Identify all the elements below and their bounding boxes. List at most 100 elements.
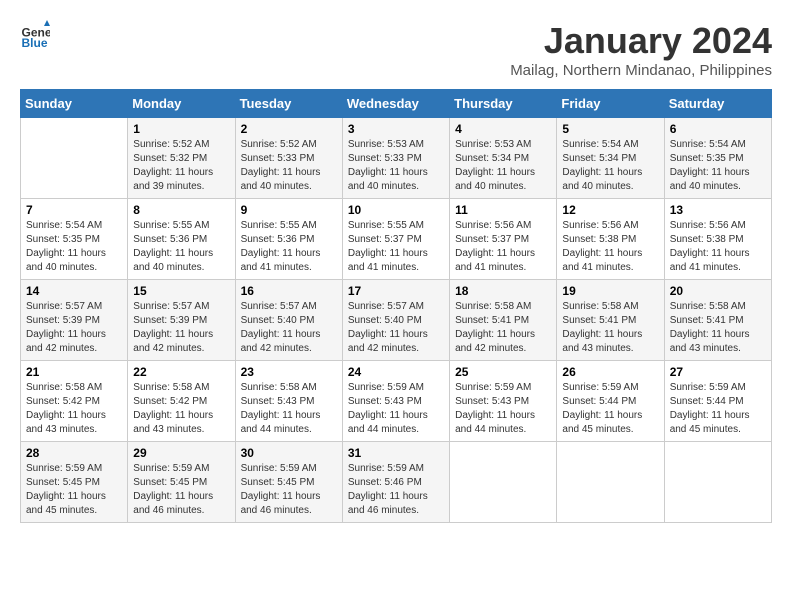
page-header: General Blue January 2024 Mailag, Northe… <box>20 20 772 79</box>
day-number: 26 <box>562 365 658 379</box>
day-number: 19 <box>562 284 658 298</box>
calendar-cell: 29 Sunrise: 5:59 AM Sunset: 5:45 PM Dayli… <box>128 442 235 523</box>
location: Mailag, Northern Mindanao, Philippines <box>510 62 772 79</box>
day-number: 13 <box>670 203 766 217</box>
header-cell-sunday: Sunday <box>21 90 128 118</box>
day-number: 17 <box>348 284 444 298</box>
calendar-week-1: 7 Sunrise: 5:54 AM Sunset: 5:35 PM Daylig… <box>21 199 772 280</box>
calendar-header-row: SundayMondayTuesdayWednesdayThursdayFrid… <box>21 90 772 118</box>
calendar-cell: 13 Sunrise: 5:56 AM Sunset: 5:38 PM Dayli… <box>664 199 771 280</box>
title-block: January 2024 Mailag, Northern Mindanao, … <box>510 20 772 79</box>
day-number: 31 <box>348 446 444 460</box>
calendar-week-4: 28 Sunrise: 5:59 AM Sunset: 5:45 PM Dayli… <box>21 442 772 523</box>
day-info: Sunrise: 5:59 AM Sunset: 5:43 PM Dayligh… <box>348 381 444 437</box>
day-info: Sunrise: 5:57 AM Sunset: 5:40 PM Dayligh… <box>241 300 337 356</box>
calendar-cell: 7 Sunrise: 5:54 AM Sunset: 5:35 PM Daylig… <box>21 199 128 280</box>
calendar-body: 1 Sunrise: 5:52 AM Sunset: 5:32 PM Daylig… <box>21 118 772 523</box>
calendar-cell: 28 Sunrise: 5:59 AM Sunset: 5:45 PM Dayli… <box>21 442 128 523</box>
day-number: 29 <box>133 446 229 460</box>
day-info: Sunrise: 5:57 AM Sunset: 5:39 PM Dayligh… <box>26 300 122 356</box>
calendar-week-2: 14 Sunrise: 5:57 AM Sunset: 5:39 PM Dayli… <box>21 280 772 361</box>
day-number: 30 <box>241 446 337 460</box>
svg-text:Blue: Blue <box>22 36 48 50</box>
logo: General Blue <box>20 20 50 50</box>
calendar-cell: 26Sunrise: 5:59 AM Sunset: 5:44 PM Dayli… <box>557 361 664 442</box>
logo-icon: General Blue <box>20 20 50 50</box>
day-info: Sunrise: 5:59 AM Sunset: 5:45 PM Dayligh… <box>241 462 337 518</box>
month-title: January 2024 <box>510 20 772 62</box>
day-info: Sunrise: 5:54 AM Sunset: 5:35 PM Dayligh… <box>26 219 122 275</box>
calendar-cell: 15 Sunrise: 5:57 AM Sunset: 5:39 PM Dayli… <box>128 280 235 361</box>
calendar-cell: 24 Sunrise: 5:59 AM Sunset: 5:43 PM Dayli… <box>342 361 449 442</box>
day-info: Sunrise: 5:56 AM Sunset: 5:37 PM Dayligh… <box>455 219 551 275</box>
header-cell-saturday: Saturday <box>664 90 771 118</box>
day-number: 12 <box>562 203 658 217</box>
calendar-cell: 17 Sunrise: 5:57 AM Sunset: 5:40 PM Dayli… <box>342 280 449 361</box>
day-info: Sunrise: 5:52 AM Sunset: 5:32 PM Dayligh… <box>133 138 229 194</box>
calendar-cell: 27Sunrise: 5:59 AM Sunset: 5:44 PM Dayli… <box>664 361 771 442</box>
day-number: 27 <box>670 365 766 379</box>
day-number: 7 <box>26 203 122 217</box>
day-info: Sunrise: 5:56 AM Sunset: 5:38 PM Dayligh… <box>670 219 766 275</box>
calendar-cell <box>21 118 128 199</box>
day-info: Sunrise: 5:59 AM Sunset: 5:43 PM Dayligh… <box>455 381 551 437</box>
day-info: Sunrise: 5:58 AM Sunset: 5:42 PM Dayligh… <box>133 381 229 437</box>
calendar-week-0: 1 Sunrise: 5:52 AM Sunset: 5:32 PM Daylig… <box>21 118 772 199</box>
calendar-cell: 2Sunrise: 5:52 AM Sunset: 5:33 PM Daylig… <box>235 118 342 199</box>
calendar-cell: 23 Sunrise: 5:58 AM Sunset: 5:43 PM Dayli… <box>235 361 342 442</box>
day-number: 18 <box>455 284 551 298</box>
day-number: 3 <box>348 122 444 136</box>
calendar-week-3: 21 Sunrise: 5:58 AM Sunset: 5:42 PM Dayli… <box>21 361 772 442</box>
calendar-cell: 22Sunrise: 5:58 AM Sunset: 5:42 PM Dayli… <box>128 361 235 442</box>
day-info: Sunrise: 5:59 AM Sunset: 5:45 PM Dayligh… <box>133 462 229 518</box>
header-cell-friday: Friday <box>557 90 664 118</box>
calendar-cell: 8Sunrise: 5:55 AM Sunset: 5:36 PM Daylig… <box>128 199 235 280</box>
day-info: Sunrise: 5:53 AM Sunset: 5:34 PM Dayligh… <box>455 138 551 194</box>
day-number: 8 <box>133 203 229 217</box>
day-info: Sunrise: 5:57 AM Sunset: 5:40 PM Dayligh… <box>348 300 444 356</box>
day-info: Sunrise: 5:53 AM Sunset: 5:33 PM Dayligh… <box>348 138 444 194</box>
calendar-cell: 12Sunrise: 5:56 AM Sunset: 5:38 PM Dayli… <box>557 199 664 280</box>
calendar-cell: 14 Sunrise: 5:57 AM Sunset: 5:39 PM Dayli… <box>21 280 128 361</box>
day-number: 10 <box>348 203 444 217</box>
day-info: Sunrise: 5:58 AM Sunset: 5:41 PM Dayligh… <box>670 300 766 356</box>
calendar-cell: 11 Sunrise: 5:56 AM Sunset: 5:37 PM Dayli… <box>450 199 557 280</box>
calendar-cell: 6 Sunrise: 5:54 AM Sunset: 5:35 PM Daylig… <box>664 118 771 199</box>
header-cell-wednesday: Wednesday <box>342 90 449 118</box>
calendar-cell: 25Sunrise: 5:59 AM Sunset: 5:43 PM Dayli… <box>450 361 557 442</box>
day-info: Sunrise: 5:54 AM Sunset: 5:35 PM Dayligh… <box>670 138 766 194</box>
day-number: 16 <box>241 284 337 298</box>
calendar-cell: 30 Sunrise: 5:59 AM Sunset: 5:45 PM Dayli… <box>235 442 342 523</box>
day-number: 14 <box>26 284 122 298</box>
day-number: 21 <box>26 365 122 379</box>
day-number: 15 <box>133 284 229 298</box>
day-number: 23 <box>241 365 337 379</box>
day-info: Sunrise: 5:57 AM Sunset: 5:39 PM Dayligh… <box>133 300 229 356</box>
calendar-cell: 19Sunrise: 5:58 AM Sunset: 5:41 PM Dayli… <box>557 280 664 361</box>
calendar-cell <box>450 442 557 523</box>
day-number: 1 <box>133 122 229 136</box>
day-info: Sunrise: 5:59 AM Sunset: 5:45 PM Dayligh… <box>26 462 122 518</box>
day-info: Sunrise: 5:58 AM Sunset: 5:41 PM Dayligh… <box>455 300 551 356</box>
day-number: 4 <box>455 122 551 136</box>
calendar-cell: 16 Sunrise: 5:57 AM Sunset: 5:40 PM Dayli… <box>235 280 342 361</box>
day-number: 5 <box>562 122 658 136</box>
header-cell-tuesday: Tuesday <box>235 90 342 118</box>
day-number: 2 <box>241 122 337 136</box>
calendar-cell: 5 Sunrise: 5:54 AM Sunset: 5:34 PM Daylig… <box>557 118 664 199</box>
day-number: 11 <box>455 203 551 217</box>
day-info: Sunrise: 5:55 AM Sunset: 5:37 PM Dayligh… <box>348 219 444 275</box>
day-info: Sunrise: 5:54 AM Sunset: 5:34 PM Dayligh… <box>562 138 658 194</box>
calendar-cell: 21 Sunrise: 5:58 AM Sunset: 5:42 PM Dayli… <box>21 361 128 442</box>
day-number: 28 <box>26 446 122 460</box>
day-number: 24 <box>348 365 444 379</box>
header-cell-monday: Monday <box>128 90 235 118</box>
day-info: Sunrise: 5:58 AM Sunset: 5:42 PM Dayligh… <box>26 381 122 437</box>
calendar-cell <box>664 442 771 523</box>
day-number: 6 <box>670 122 766 136</box>
calendar-cell: 31Sunrise: 5:59 AM Sunset: 5:46 PM Dayli… <box>342 442 449 523</box>
calendar-table: SundayMondayTuesdayWednesdayThursdayFrid… <box>20 89 772 523</box>
header-cell-thursday: Thursday <box>450 90 557 118</box>
calendar-cell: 3 Sunrise: 5:53 AM Sunset: 5:33 PM Daylig… <box>342 118 449 199</box>
day-info: Sunrise: 5:58 AM Sunset: 5:43 PM Dayligh… <box>241 381 337 437</box>
